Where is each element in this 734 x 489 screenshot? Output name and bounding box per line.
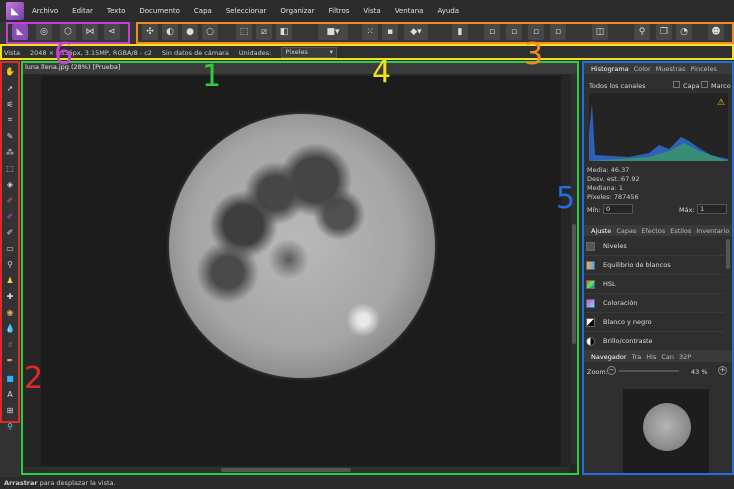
annotation-6: 6 <box>54 37 74 72</box>
menu-texto[interactable]: Texto <box>107 7 125 15</box>
menu-filtros[interactable]: Filtros <box>329 7 350 15</box>
annotation-2: 2 <box>24 361 44 396</box>
menu-capa[interactable]: Capa <box>194 7 212 15</box>
annotation-box-4 <box>0 44 734 60</box>
menu-archivo[interactable]: Archivo <box>32 7 58 15</box>
menu-vista[interactable]: Vista <box>363 7 380 15</box>
status-action: Arrastrar <box>4 479 38 487</box>
menu-ventana[interactable]: Ventana <box>395 7 424 15</box>
menu-editar[interactable]: Editar <box>72 7 93 15</box>
annotation-box-1 <box>21 61 579 475</box>
annotation-4: 4 <box>372 55 392 90</box>
annotation-box-3 <box>136 22 734 44</box>
menu-ayuda[interactable]: Ayuda <box>437 7 459 15</box>
annotation-3: 3 <box>524 37 544 72</box>
app-logo: ◣ <box>6 2 24 20</box>
status-bar: Arrastrar para desplazar la vista. <box>0 477 734 489</box>
menu-seleccionar[interactable]: Seleccionar <box>226 7 267 15</box>
annotation-1: 1 <box>202 59 222 94</box>
menu-organizar[interactable]: Organizar <box>280 7 314 15</box>
menu-bar: ◣ Archivo Editar Texto Documento Capa Se… <box>0 0 734 22</box>
menu-documento[interactable]: Documento <box>139 7 180 15</box>
status-text: para desplazar la vista. <box>37 479 116 487</box>
annotation-box-2 <box>0 61 20 423</box>
annotation-5: 5 <box>556 181 576 216</box>
annotation-box-5 <box>582 61 734 475</box>
